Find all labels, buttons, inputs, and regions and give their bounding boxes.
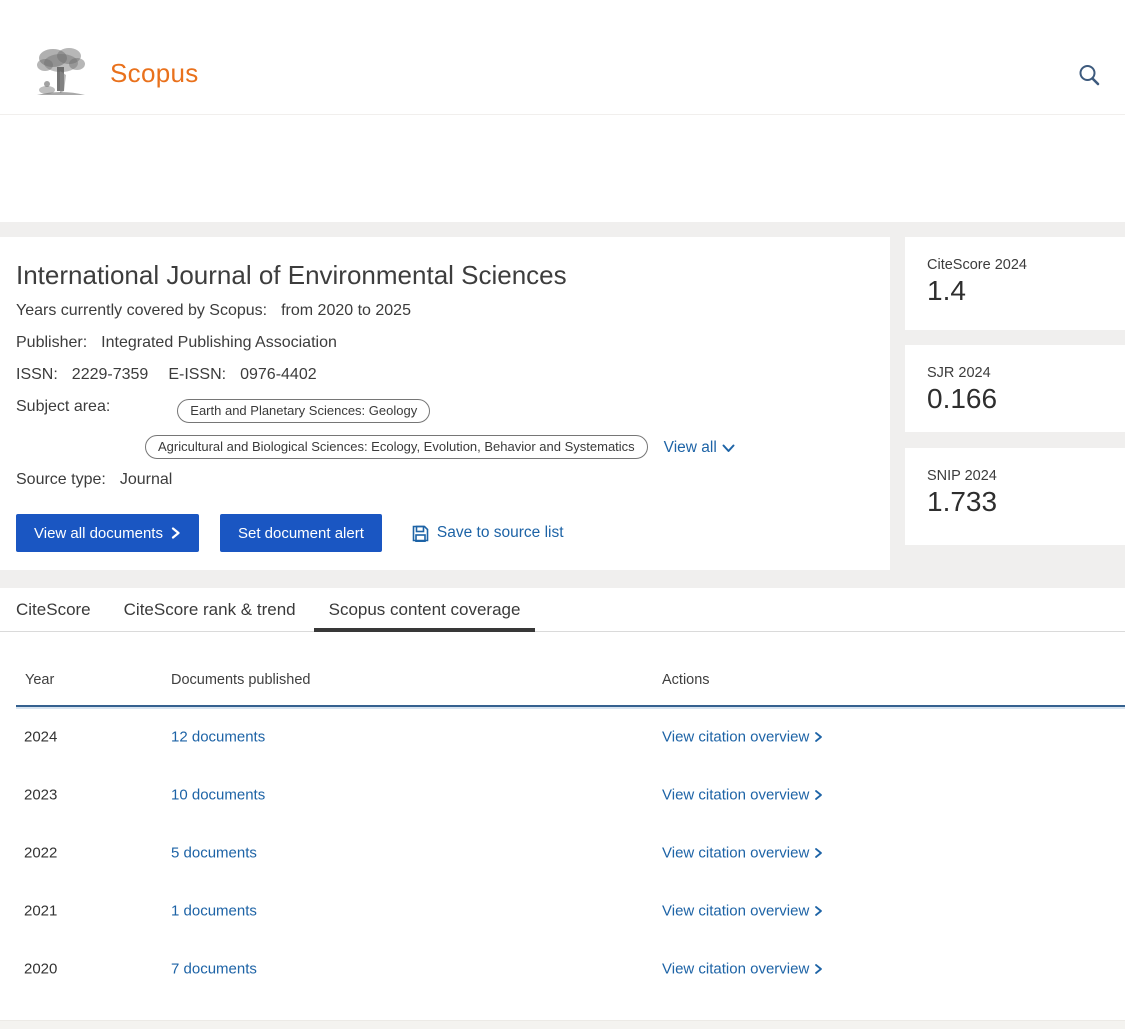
metric-label: CiteScore 2024 [927, 257, 1125, 273]
year-cell: 2023 [24, 787, 57, 804]
tab-citescore-rank-trend[interactable]: CiteScore rank & trend [109, 598, 311, 632]
subject-area-row: Subject area: Earth and Planetary Scienc… [16, 398, 430, 423]
view-citation-overview-label: View citation overview [662, 903, 809, 920]
snip-metric-card: SNIP 2024 1.733 [905, 448, 1125, 545]
view-all-label: View all [664, 439, 717, 457]
documents-link[interactable]: 1 documents [171, 903, 257, 920]
issn-value: 2229-7359 [72, 366, 149, 384]
table-row: 2023 10 documents View citation overview [0, 766, 1125, 824]
eissn-value: 0976-4402 [240, 366, 317, 384]
source-type-row: Source type: Journal [16, 471, 172, 489]
publisher-value: Integrated Publishing Association [101, 334, 337, 352]
year-cell: 2021 [24, 903, 57, 920]
subject-area-label: Subject area: [16, 398, 110, 416]
view-all-documents-button[interactable]: View all documents [16, 514, 199, 552]
metric-label: SJR 2024 [927, 365, 1125, 381]
issn-row: ISSN: 2229-7359 E-ISSN: 0976-4402 [16, 366, 337, 384]
source-summary-band: International Journal of Environmental S… [0, 222, 1125, 588]
year-cell: 2020 [24, 961, 57, 978]
documents-link[interactable]: 7 documents [171, 961, 257, 978]
eissn-label: E-ISSN: [168, 366, 226, 384]
documents-published-table: Year Documents published Actions 2024 12… [0, 632, 1125, 998]
source-type-label: Source type: [16, 471, 106, 489]
metric-value: 0.166 [927, 383, 1125, 415]
journal-title: International Journal of Environmental S… [16, 260, 567, 291]
subject-area-row-2: Agricultural and Biological Sciences: Ec… [145, 435, 735, 459]
coverage-value: from 2020 to 2025 [281, 302, 411, 320]
table-header: Year Documents published Actions [0, 632, 1125, 708]
documents-label: 10 documents [171, 787, 265, 804]
view-all-documents-label: View all documents [34, 525, 163, 542]
save-icon [412, 525, 429, 542]
column-header-documents: Documents published [171, 672, 310, 688]
year-cell: 2022 [24, 845, 57, 862]
metric-value: 1.4 [927, 275, 1125, 307]
metric-label: SNIP 2024 [927, 468, 1125, 484]
view-citation-overview-label: View citation overview [662, 845, 809, 862]
source-type-value: Journal [120, 471, 172, 489]
citescore-metric-card: CiteScore 2024 1.4 [905, 237, 1125, 330]
set-document-alert-label: Set document alert [238, 525, 364, 542]
elsevier-tree-logo-icon[interactable] [33, 45, 88, 100]
chevron-right-icon [813, 848, 823, 859]
documents-label: 1 documents [171, 903, 257, 920]
column-header-year: Year [25, 672, 54, 688]
scopus-wordmark[interactable]: Scopus [110, 58, 199, 89]
column-header-actions: Actions [662, 672, 710, 688]
documents-link[interactable]: 10 documents [171, 787, 265, 804]
view-citation-overview-link[interactable]: View citation overview [662, 845, 823, 862]
view-citation-overview-link[interactable]: View citation overview [662, 903, 823, 920]
view-citation-overview-link[interactable]: View citation overview [662, 961, 823, 978]
save-to-source-list-link[interactable]: Save to source list [412, 524, 564, 542]
table-row: 2024 12 documents View citation overview [0, 708, 1125, 766]
action-buttons-row: View all documents Set document alert Sa… [16, 514, 564, 552]
page-footer-strip [0, 1020, 1125, 1029]
search-icon[interactable] [1076, 62, 1102, 88]
chevron-down-icon [722, 444, 735, 453]
view-citation-overview-label: View citation overview [662, 787, 809, 804]
chevron-right-icon [813, 732, 823, 743]
section-tabs: CiteScore CiteScore rank & trend Scopus … [0, 598, 1125, 632]
view-citation-overview-label: View citation overview [662, 729, 809, 746]
subject-pill[interactable]: Earth and Planetary Sciences: Geology [177, 399, 430, 423]
coverage-row: Years currently covered by Scopus: from … [16, 302, 411, 320]
documents-link[interactable]: 12 documents [171, 729, 265, 746]
publisher-row: Publisher: Integrated Publishing Associa… [16, 334, 337, 352]
set-document-alert-button[interactable]: Set document alert [220, 514, 382, 552]
table-row: 2020 7 documents View citation overview [0, 940, 1125, 998]
chevron-right-icon [813, 964, 823, 975]
chevron-right-icon [813, 906, 823, 917]
subject-pill[interactable]: Agricultural and Biological Sciences: Ec… [145, 435, 648, 459]
chevron-right-icon [170, 527, 181, 539]
year-cell: 2024 [24, 729, 57, 746]
view-citation-overview-link[interactable]: View citation overview [662, 729, 823, 746]
publisher-label: Publisher: [16, 334, 87, 352]
documents-label: 12 documents [171, 729, 265, 746]
table-row: 2022 5 documents View citation overview [0, 824, 1125, 882]
documents-label: 7 documents [171, 961, 257, 978]
documents-link[interactable]: 5 documents [171, 845, 257, 862]
app-header: Scopus [0, 0, 1125, 115]
table-row: 2021 1 documents View citation overview [0, 882, 1125, 940]
titlebar: Source details Feedback Compare sources [0, 115, 1125, 222]
view-citation-overview-link[interactable]: View citation overview [662, 787, 823, 804]
metric-value: 1.733 [927, 486, 1125, 518]
view-all-subjects-link[interactable]: View all [664, 439, 735, 457]
documents-label: 5 documents [171, 845, 257, 862]
save-to-source-list-label: Save to source list [437, 524, 564, 542]
chevron-right-icon [813, 790, 823, 801]
tab-scopus-content-coverage[interactable]: Scopus content coverage [314, 598, 536, 632]
coverage-label: Years currently covered by Scopus: [16, 302, 267, 320]
source-details-card: International Journal of Environmental S… [0, 237, 890, 570]
tab-citescore[interactable]: CiteScore [1, 598, 106, 632]
table-body: 2024 12 documents View citation overview… [0, 708, 1125, 998]
sjr-metric-card: SJR 2024 0.166 [905, 345, 1125, 432]
table-header-divider [16, 705, 1125, 707]
issn-label: ISSN: [16, 366, 58, 384]
view-citation-overview-label: View citation overview [662, 961, 809, 978]
